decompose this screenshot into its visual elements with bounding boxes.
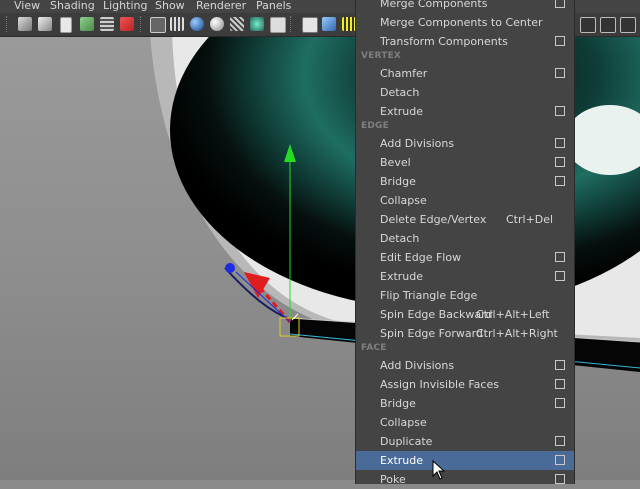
option-box-icon[interactable] — [555, 474, 565, 484]
grid-icon[interactable] — [100, 17, 114, 31]
option-box-icon[interactable] — [555, 379, 565, 389]
option-box-icon[interactable] — [555, 398, 565, 408]
menu-item-face-extrude[interactable]: Extrude — [356, 451, 574, 470]
menu-renderer[interactable]: Renderer — [196, 0, 246, 12]
bookmark-icon[interactable] — [60, 17, 72, 33]
texture-icon[interactable] — [270, 17, 286, 33]
menu-item-edge-flip-triangle-edge[interactable]: Flip Triangle Edge — [356, 286, 574, 305]
menu-item-edge-spin-backward[interactable]: Spin Edge Backward Ctrl+Alt+Left — [356, 305, 574, 324]
menu-item-face-bridge[interactable]: Bridge — [356, 394, 574, 413]
menu-item-face-duplicate[interactable]: Duplicate — [356, 432, 574, 451]
option-box-icon[interactable] — [555, 436, 565, 446]
menu-item-vertex-detach[interactable]: Detach — [356, 83, 574, 102]
image-plane-icon[interactable] — [80, 17, 94, 31]
mouse-cursor-icon — [432, 460, 446, 480]
cube-icon[interactable] — [302, 17, 318, 33]
resolution-gate-icon[interactable] — [120, 17, 134, 31]
option-box-icon[interactable] — [555, 138, 565, 148]
option-box-icon[interactable] — [555, 106, 565, 116]
option-box-icon[interactable] — [555, 252, 565, 262]
option-box-icon[interactable] — [555, 0, 565, 8]
cube-shaded-icon[interactable] — [322, 17, 336, 31]
manip-z-handle — [225, 263, 235, 273]
menu-lighting[interactable]: Lighting — [103, 0, 147, 12]
menu-item-edge-detach[interactable]: Detach — [356, 229, 574, 248]
menu-show[interactable]: Show — [155, 0, 185, 12]
menu-item-edge-extrude[interactable]: Extrude — [356, 267, 574, 286]
menu-item-merge-components-to-center[interactable]: Merge Components to Center — [356, 13, 574, 32]
section-edge: EDGE — [361, 121, 389, 131]
menu-shading[interactable]: Shading — [50, 0, 95, 12]
menu-item-edge-collapse[interactable]: Collapse — [356, 191, 574, 210]
menu-item-edge-add-divisions[interactable]: Add Divisions — [356, 134, 574, 153]
menu-item-face-collapse[interactable]: Collapse — [356, 413, 574, 432]
section-vertex: VERTEX — [361, 51, 402, 61]
panel-layout-icon[interactable] — [620, 17, 636, 33]
lights-icon[interactable] — [250, 17, 264, 31]
menu-item-face-assign-invisible[interactable]: Assign Invisible Faces — [356, 375, 574, 394]
menu-item-edge-bridge[interactable]: Bridge — [356, 172, 574, 191]
camera-attrs-icon[interactable] — [38, 17, 52, 31]
menu-item-merge-components[interactable]: Merge Components — [356, 0, 574, 13]
section-face: FACE — [361, 343, 387, 353]
menu-item-vertex-extrude[interactable]: Extrude — [356, 102, 574, 121]
option-box-icon[interactable] — [555, 271, 565, 281]
menu-item-edge-edit-edge-flow[interactable]: Edit Edge Flow — [356, 248, 574, 267]
option-box-icon[interactable] — [555, 455, 565, 465]
menu-view[interactable]: View — [14, 0, 40, 12]
xray-icon[interactable] — [230, 17, 244, 31]
panel-layout-icon[interactable] — [600, 17, 616, 33]
grid-toggle-icon[interactable] — [342, 17, 356, 31]
polygon-context-menu: Merge Components Merge Components to Cen… — [355, 0, 575, 486]
menu-item-transform-components[interactable]: Transform Components — [356, 32, 574, 51]
isolate-icon[interactable] — [580, 17, 596, 33]
flat-shade-icon[interactable] — [210, 17, 224, 31]
menu-item-face-add-divisions[interactable]: Add Divisions — [356, 356, 574, 375]
option-box-icon[interactable] — [555, 176, 565, 186]
option-box-icon[interactable] — [555, 157, 565, 167]
menu-item-vertex-chamfer[interactable]: Chamfer — [356, 64, 574, 83]
smooth-shade-icon[interactable] — [170, 17, 184, 31]
menu-item-edge-bevel[interactable]: Bevel — [356, 153, 574, 172]
menu-item-edge-delete-edge-vertex[interactable]: Delete Edge/Vertex Ctrl+Del — [356, 210, 574, 229]
menu-panels[interactable]: Panels — [256, 0, 291, 12]
option-box-icon[interactable] — [555, 68, 565, 78]
option-box-icon[interactable] — [555, 360, 565, 370]
camera-icon[interactable] — [18, 17, 32, 31]
option-box-icon[interactable] — [555, 36, 565, 46]
shaded-sphere-icon[interactable] — [190, 17, 204, 31]
wireframe-icon[interactable] — [150, 17, 166, 33]
menu-item-edge-spin-forward[interactable]: Spin Edge Forward Ctrl+Alt+Right — [356, 324, 574, 343]
